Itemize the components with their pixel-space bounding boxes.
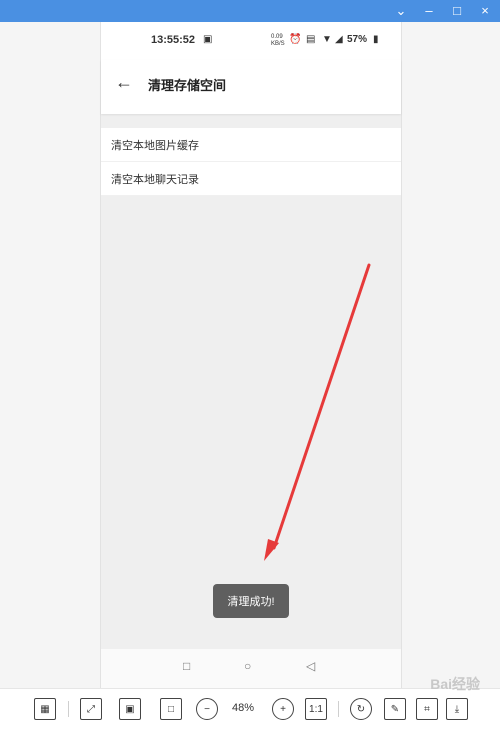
fit-window-icon[interactable]: □ bbox=[160, 698, 182, 720]
alarm-icon: ⏰ bbox=[289, 34, 302, 45]
settings-list: 清空本地图片缓存 清空本地聊天记录 bbox=[101, 128, 401, 196]
network-speed: 0.09 KB/S bbox=[271, 34, 285, 48]
actual-size-icon[interactable]: 1:1 bbox=[305, 698, 327, 720]
window-controls: ⌄ – □ × bbox=[392, 2, 494, 20]
status-bar: 13:55:52 ▣ 0.09 KB/S ⏰ ▤ ▼ ◢ 57% ▮ bbox=[101, 22, 401, 60]
maximize-button[interactable]: □ bbox=[448, 2, 466, 20]
thumbnail-view-icon[interactable]: ▦ bbox=[34, 698, 56, 720]
edit-icon[interactable]: ✎ bbox=[384, 698, 406, 720]
battery-icon: ▮ bbox=[373, 34, 379, 45]
clear-image-cache-item[interactable]: 清空本地图片缓存 bbox=[101, 128, 401, 162]
toolbar-divider bbox=[338, 701, 339, 717]
watermark-text: Bai经验 bbox=[430, 676, 480, 692]
image-icon: ▣ bbox=[203, 34, 213, 45]
window-title-bar: ⌄ – □ × bbox=[0, 0, 500, 22]
collapse-icon[interactable]: ⌄ bbox=[392, 2, 410, 20]
list-item-label: 清空本地图片缓存 bbox=[111, 139, 199, 152]
crop-icon[interactable]: ⌗ bbox=[416, 698, 438, 720]
close-button[interactable]: × bbox=[476, 2, 494, 20]
wifi-icon: ▼ bbox=[322, 34, 332, 45]
download-icon[interactable]: ⤓ bbox=[446, 698, 468, 720]
rotate-icon[interactable]: ↻ bbox=[350, 698, 372, 720]
network-speed-unit: KB/S bbox=[271, 41, 285, 47]
zoom-in-icon[interactable]: + bbox=[272, 698, 294, 720]
back-triangle-icon[interactable]: ◁ bbox=[306, 659, 315, 673]
zoom-out-icon[interactable]: − bbox=[196, 698, 218, 720]
signal-icon: ◢ bbox=[335, 34, 343, 45]
status-time: 13:55:52 bbox=[151, 34, 196, 46]
fullscreen-icon[interactable]: ⤢ bbox=[80, 698, 102, 720]
list-item-label: 清空本地聊天记录 bbox=[111, 173, 199, 186]
toolbar-divider bbox=[68, 701, 69, 717]
nfc-icon: ▤ bbox=[306, 34, 316, 45]
network-speed-value: 0.09 bbox=[271, 34, 283, 40]
viewer-toolbar: ▦ ⤢ ▣ □ − 48% + 1:1 ↻ ✎ ⌗ ⤓ bbox=[0, 688, 500, 729]
battery-level: 57% bbox=[347, 34, 368, 45]
zoom-level: 48% bbox=[232, 702, 255, 714]
recents-icon[interactable]: □ bbox=[183, 659, 190, 673]
home-icon[interactable]: ○ bbox=[244, 659, 251, 673]
minimize-button[interactable]: – bbox=[420, 2, 438, 20]
app-bar: ← 清理存储空间 bbox=[101, 60, 401, 114]
clear-chat-history-item[interactable]: 清空本地聊天记录 bbox=[101, 162, 401, 196]
page-title: 清理存储空间 bbox=[148, 78, 227, 93]
navigation-bar: □ ○ ◁ bbox=[101, 649, 401, 688]
phone-screenshot: 13:55:52 ▣ 0.09 KB/S ⏰ ▤ ▼ ◢ 57% ▮ ← 清理存… bbox=[100, 22, 402, 688]
back-arrow-icon[interactable]: ← bbox=[115, 72, 133, 93]
ocr-icon[interactable]: ▣ bbox=[119, 698, 141, 720]
toast-message: 清理成功! bbox=[213, 584, 289, 618]
